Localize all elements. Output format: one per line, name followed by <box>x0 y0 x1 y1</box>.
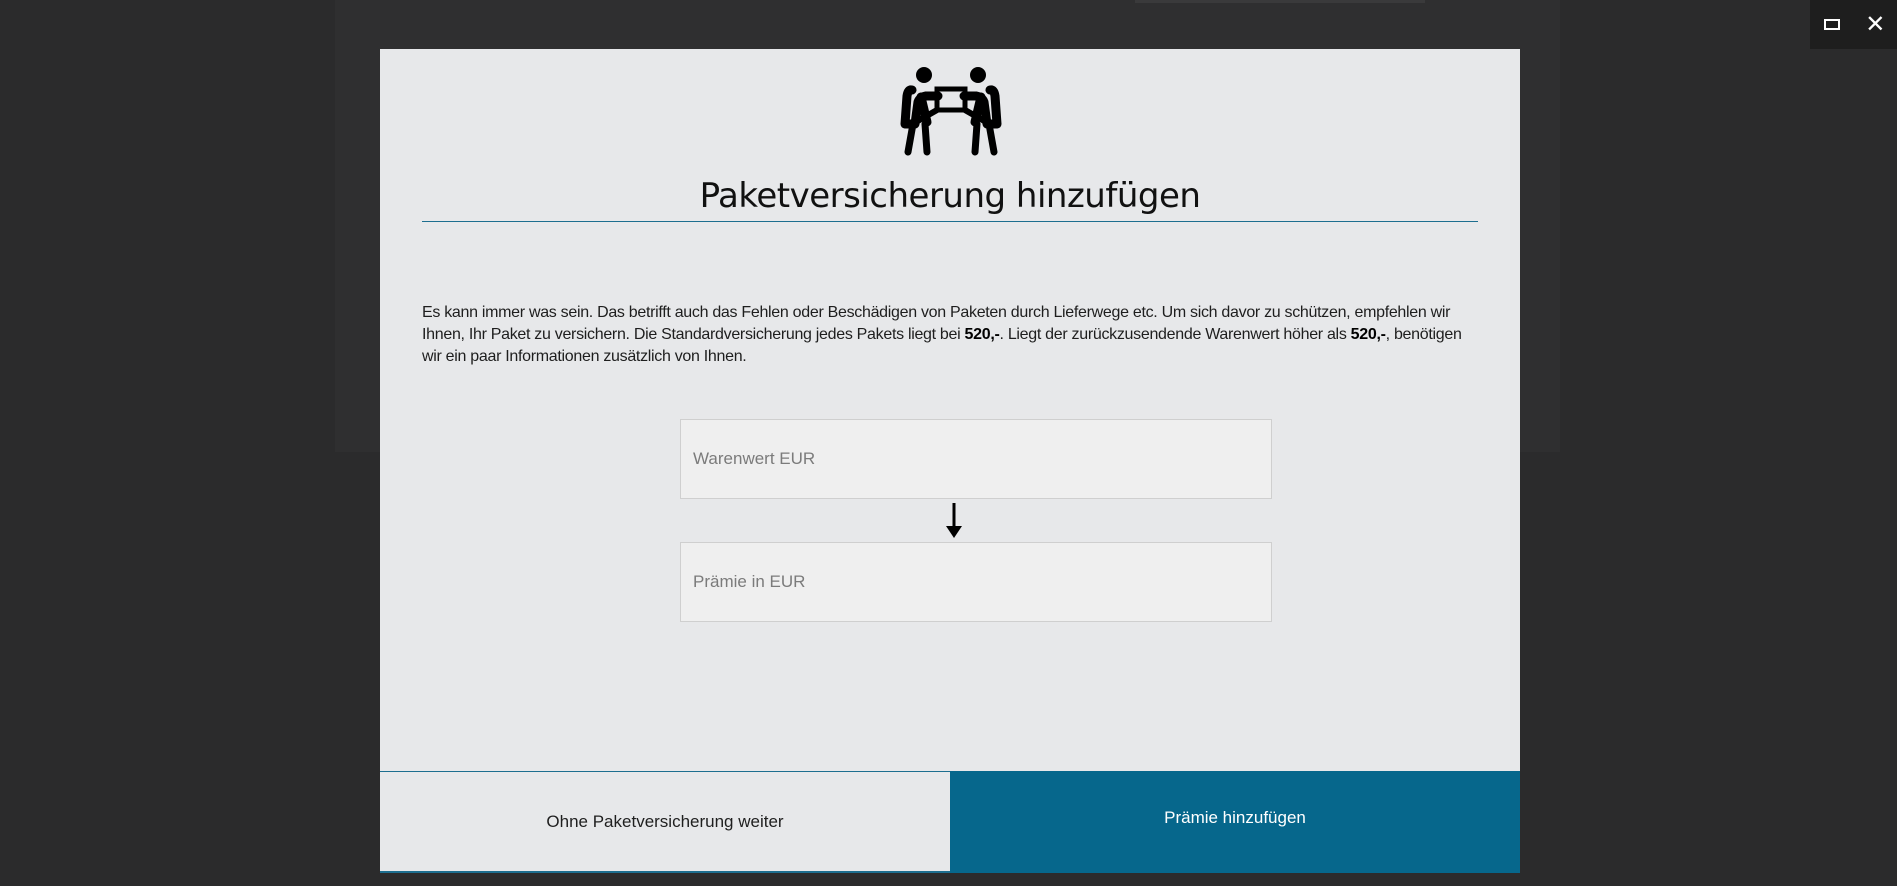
continue-without-insurance-button[interactable]: Ohne Paketversicherung weiter <box>380 771 950 873</box>
arrow-down-icon <box>942 501 966 539</box>
insurance-dialog: Paketversicherung hinzufügen Es kann imm… <box>380 49 1520 873</box>
close-icon: ✕ <box>1865 9 1886 38</box>
premium-input[interactable] <box>680 542 1272 622</box>
close-button[interactable]: ✕ <box>1854 0 1897 49</box>
threshold-amount: 520,- <box>1350 326 1386 343</box>
add-premium-button[interactable]: Prämie hinzufügen <box>950 771 1520 873</box>
title-divider <box>422 221 1478 222</box>
maximize-icon <box>1823 19 1840 30</box>
maximize-button[interactable] <box>1810 0 1854 49</box>
dialog-title: Paketversicherung hinzufügen <box>699 176 1201 216</box>
people-carrying-box-icon <box>898 66 1004 156</box>
goods-value-input[interactable] <box>680 419 1272 499</box>
background-divider <box>1135 0 1425 3</box>
continue-without-insurance-label: Ohne Paketversicherung weiter <box>546 811 784 831</box>
add-premium-label: Prämie hinzufügen <box>1164 808 1306 827</box>
description-text-2: . Liegt der zurückzusendende Warenwert h… <box>999 326 1351 343</box>
screen: ✕ Paketversicherung hinzufügen Es kann i… <box>0 0 1897 886</box>
standard-amount: 520,- <box>964 326 1000 343</box>
window-controls: ✕ <box>1810 0 1897 49</box>
dialog-description: Es kann immer was sein. Das betrifft auc… <box>422 302 1480 368</box>
